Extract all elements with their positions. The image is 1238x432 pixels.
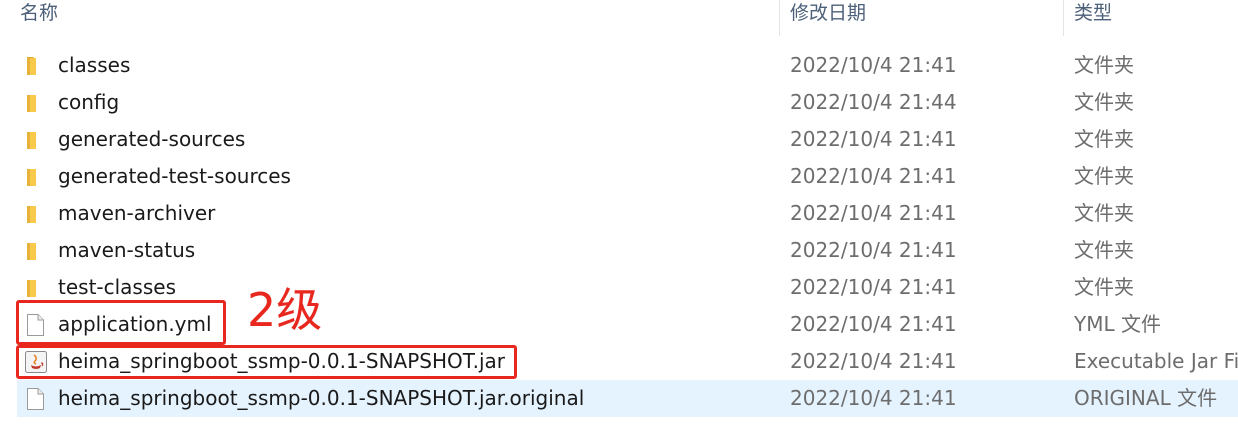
file-name: heima_springboot_ssmp-0.0.1-SNAPSHOT.jar… bbox=[58, 386, 585, 410]
folder-icon bbox=[25, 277, 45, 299]
file-type: 文件夹 bbox=[1074, 53, 1134, 77]
column-divider[interactable] bbox=[779, 0, 780, 36]
column-header-type[interactable]: 类型 bbox=[1074, 0, 1112, 36]
file-row[interactable]: generated-sources 2022/10/4 21:41 文件夹 bbox=[17, 121, 1238, 158]
folder-icon bbox=[25, 129, 45, 151]
file-type: YML 文件 bbox=[1074, 312, 1161, 336]
file-type: 文件夹 bbox=[1074, 275, 1134, 299]
file-date: 2022/10/4 21:41 bbox=[790, 53, 957, 77]
file-row[interactable]: maven-archiver 2022/10/4 21:41 文件夹 bbox=[17, 195, 1238, 232]
file-explorer: 名称 修改日期 类型 classes 2022/10/4 21:41 文件夹 c… bbox=[0, 0, 1238, 432]
file-type: 文件夹 bbox=[1074, 127, 1134, 151]
file-type: 文件夹 bbox=[1074, 238, 1134, 262]
file-date: 2022/10/4 21:41 bbox=[790, 386, 957, 410]
folder-icon bbox=[25, 92, 45, 114]
file-type: 文件夹 bbox=[1074, 90, 1134, 114]
file-row[interactable]: classes 2022/10/4 21:41 文件夹 bbox=[17, 47, 1238, 84]
file-type: ORIGINAL 文件 bbox=[1074, 386, 1218, 410]
file-type: 文件夹 bbox=[1074, 201, 1134, 225]
file-date: 2022/10/4 21:41 bbox=[790, 275, 957, 299]
column-divider[interactable] bbox=[1063, 0, 1064, 36]
highlight-box-jar bbox=[16, 345, 517, 379]
file-date: 2022/10/4 21:41 bbox=[790, 201, 957, 225]
column-header-name[interactable]: 名称 bbox=[20, 0, 58, 36]
file-date: 2022/10/4 21:41 bbox=[790, 349, 957, 373]
file-type: 文件夹 bbox=[1074, 164, 1134, 188]
file-icon bbox=[25, 388, 45, 410]
file-row[interactable]: generated-test-sources 2022/10/4 21:41 文… bbox=[17, 158, 1238, 195]
file-name: classes bbox=[58, 53, 131, 77]
file-date: 2022/10/4 21:41 bbox=[790, 164, 957, 188]
folder-icon bbox=[25, 166, 45, 188]
file-name: config bbox=[58, 90, 120, 114]
column-header-date[interactable]: 修改日期 bbox=[790, 0, 866, 36]
file-name: maven-archiver bbox=[58, 201, 216, 225]
file-date: 2022/10/4 21:41 bbox=[790, 238, 957, 262]
file-date: 2022/10/4 21:44 bbox=[790, 90, 957, 114]
column-header-bar: 名称 修改日期 类型 bbox=[0, 0, 1238, 36]
folder-icon bbox=[25, 240, 45, 262]
annotation-label: 2级 bbox=[247, 283, 323, 337]
file-date: 2022/10/4 21:41 bbox=[790, 312, 957, 336]
file-name: generated-test-sources bbox=[58, 164, 291, 188]
folder-icon bbox=[25, 203, 45, 225]
file-name: generated-sources bbox=[58, 127, 246, 151]
file-name: maven-status bbox=[58, 238, 196, 262]
folder-icon bbox=[25, 55, 45, 77]
highlight-box-application-yml bbox=[16, 300, 226, 345]
file-date: 2022/10/4 21:41 bbox=[790, 127, 957, 151]
file-row[interactable]: maven-status 2022/10/4 21:41 文件夹 bbox=[17, 232, 1238, 269]
file-type: Executable Jar Fi bbox=[1074, 349, 1238, 373]
file-row[interactable]: config 2022/10/4 21:44 文件夹 bbox=[17, 84, 1238, 121]
file-row-selected[interactable]: heima_springboot_ssmp-0.0.1-SNAPSHOT.jar… bbox=[17, 380, 1238, 417]
